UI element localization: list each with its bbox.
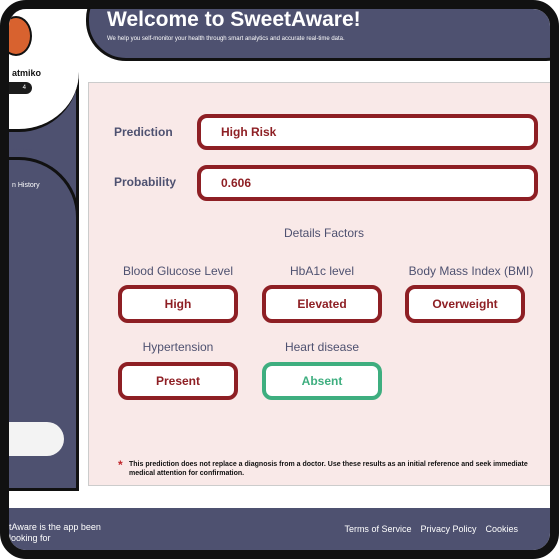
footer-link-terms[interactable]: Terms of Service	[344, 524, 411, 534]
disclaimer-asterisk: *	[118, 458, 123, 472]
result-panel: Prediction High Risk Probability 0.606 D…	[88, 82, 550, 486]
footer-link-cookies[interactable]: Cookies	[485, 524, 518, 534]
factor-value-blood-glucose: High	[118, 285, 238, 323]
factor-label-hba1c: HbA1c level	[289, 264, 355, 278]
page-title: Welcome to SweetAware!	[107, 8, 361, 31]
username: atmiko	[12, 68, 42, 78]
probability-label: Probability	[114, 175, 177, 189]
factor-label-hypertension: Hypertension	[142, 340, 214, 354]
factor-value-heart-disease: Absent	[262, 362, 382, 400]
sidebar-nav: n History	[9, 157, 79, 475]
prediction-label: Prediction	[114, 125, 173, 139]
sidebar-item-history[interactable]: n History	[12, 182, 40, 189]
footer-link-privacy[interactable]: Privacy Policy	[420, 524, 476, 534]
page-subtitle: We help you self-monitor your health thr…	[107, 36, 345, 42]
sidebar: atmiko 4 diction n History	[9, 9, 79, 491]
sidebar-profile: atmiko 4 diction	[9, 9, 79, 155]
details-title: Details Factors	[283, 226, 365, 240]
factor-value-hba1c: Elevated	[262, 285, 382, 323]
app-frame: atmiko 4 diction n History Welcome to Sw…	[0, 0, 559, 559]
disclaimer-text: This prediction does not replace a diagn…	[129, 461, 528, 477]
header-banner: Welcome to SweetAware! We help you self-…	[86, 8, 550, 61]
sidebar-item-prediction[interactable]: diction	[12, 148, 32, 155]
footer-links: Terms of Service Privacy Policy Cookies	[344, 524, 518, 534]
footer: tAware is the app been looking for Terms…	[9, 508, 550, 550]
sidebar-logout-button[interactable]	[9, 422, 64, 456]
factor-value-bmi: Overweight	[405, 285, 525, 323]
factor-label-bmi: Body Mass Index (BMI)	[408, 264, 534, 278]
avatar[interactable]	[9, 16, 32, 56]
prediction-value: High Risk	[197, 114, 538, 150]
user-badge: 4	[9, 82, 32, 94]
factor-label-blood-glucose: Blood Glucose Level	[122, 264, 234, 278]
factor-value-hypertension: Present	[118, 362, 238, 400]
footer-tagline: tAware is the app been looking for	[9, 522, 101, 543]
probability-value: 0.606	[197, 165, 538, 201]
factor-label-heart-disease: Heart disease	[284, 340, 360, 354]
